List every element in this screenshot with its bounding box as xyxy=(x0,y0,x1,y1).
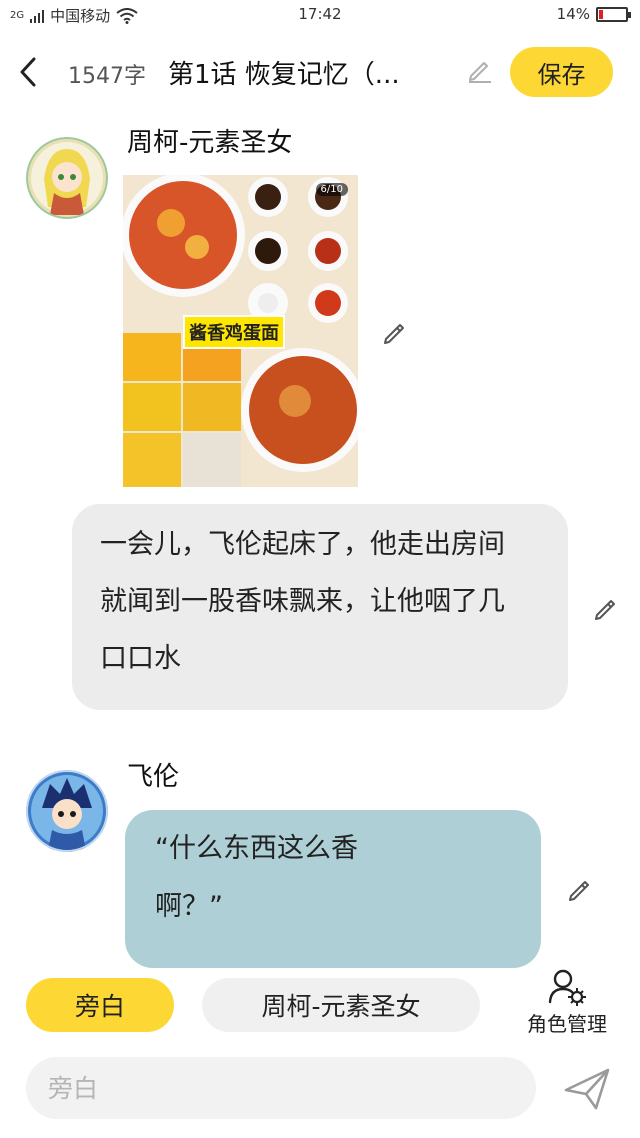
character-avatar-image xyxy=(26,770,108,852)
narration-role-button[interactable]: 旁白 xyxy=(26,978,174,1032)
character-bubble[interactable]: “什么东西这么香 啊？” xyxy=(125,810,541,968)
back-button[interactable] xyxy=(12,52,48,92)
speaker-name: 周柯-元素圣女 xyxy=(127,128,293,158)
save-button[interactable]: 保存 xyxy=(510,47,613,97)
edit-message-button[interactable] xyxy=(566,874,594,902)
edit-title-button[interactable] xyxy=(466,56,494,84)
speaker-name: 飞伦 xyxy=(127,762,180,792)
clock: 17:42 xyxy=(298,5,342,23)
status-right: 14% xyxy=(556,5,631,23)
character-dialogue-text: “什么东西这么香 啊？” xyxy=(155,833,358,922)
food-label: 酱香鸡蛋面 xyxy=(183,315,285,349)
battery-percent: 14% xyxy=(556,5,590,23)
narration-text: 一会儿，飞伦起床了，他走出房间 就闻到一股香味飘来，让他咽了几 口口水 xyxy=(100,529,505,674)
battery-fill xyxy=(599,9,603,19)
send-button[interactable] xyxy=(562,1066,612,1112)
message-input[interactable] xyxy=(26,1057,536,1119)
chevron-left-icon xyxy=(20,57,36,87)
send-icon xyxy=(564,1068,610,1110)
narration-bubble[interactable]: 一会儿，飞伦起床了，他走出房间 就闻到一股香味飘来，让他咽了几 口口水 xyxy=(72,504,568,710)
user-gear-icon xyxy=(548,969,586,1006)
pencil-icon xyxy=(595,600,615,620)
character-avatar-image xyxy=(26,137,108,219)
pencil-icon xyxy=(384,324,404,344)
role-manage-button[interactable]: 角色管理 xyxy=(518,968,616,1038)
edit-message-button[interactable] xyxy=(592,593,620,621)
food-image[interactable]: 酱香鸡蛋面 6/10 xyxy=(123,175,358,487)
pencil-icon xyxy=(469,62,491,83)
character-role-button[interactable]: 周柯-元素圣女 xyxy=(202,978,480,1032)
pencil-icon xyxy=(569,881,589,901)
editor-header: 1547字 第1话 恢复记忆（... 保存 xyxy=(0,40,640,104)
chapter-title[interactable]: 第1话 恢复记忆（... xyxy=(168,54,458,91)
avatar-feilun[interactable] xyxy=(26,770,108,852)
battery-icon xyxy=(596,6,631,22)
role-manage-label: 角色管理 xyxy=(527,1012,607,1036)
status-bar: 2G 中国移动 17:42 14% xyxy=(0,0,640,30)
page-counter-badge: 6/10 xyxy=(315,183,348,196)
edit-message-button[interactable] xyxy=(381,317,409,345)
avatar-zhouke[interactable] xyxy=(26,137,108,219)
word-count: 1547字 xyxy=(68,64,146,89)
